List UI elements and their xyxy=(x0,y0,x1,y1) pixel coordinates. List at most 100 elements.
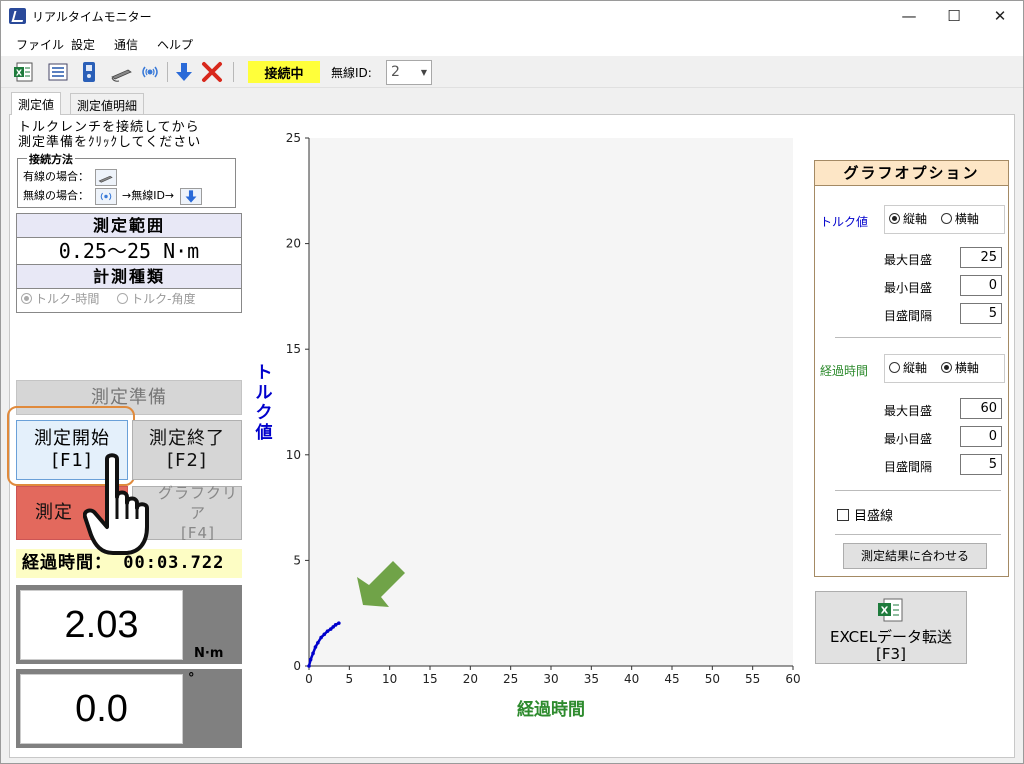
x-tick-label: 55 xyxy=(745,672,760,686)
x-tick-label: 0 xyxy=(305,672,313,686)
download-arrow-icon[interactable] xyxy=(173,61,195,83)
radio-dot xyxy=(117,293,129,304)
wireless-id-value: 2 xyxy=(391,64,400,80)
time-min-label: 最小目盛 xyxy=(884,432,933,446)
y-tick-label: 15 xyxy=(286,342,301,356)
torque-min-input[interactable]: 0 xyxy=(960,275,1002,296)
excel-export-icon[interactable]: X xyxy=(13,61,35,83)
y-axis-label-char: 値 xyxy=(255,422,273,443)
torque-min-label: 最小目盛 xyxy=(884,281,933,295)
wireless-id-label: 無線ID: xyxy=(331,66,372,80)
torque-max-input[interactable]: 25 xyxy=(960,247,1002,268)
x-tick-label: 50 xyxy=(705,672,720,686)
radio-dot xyxy=(21,293,32,304)
wireless-id-select[interactable]: 2 ▼ xyxy=(386,60,432,85)
y-axis-label: トルク値 xyxy=(255,363,273,443)
instruction-line: トルクレンチを接続してから xyxy=(18,120,200,135)
x-tick-label: 20 xyxy=(463,672,478,686)
wired-torque-wrench-icon xyxy=(94,168,117,186)
divider xyxy=(835,534,1001,535)
hand-pointer-icon xyxy=(83,453,149,555)
radio-torque-angle[interactable]: トルク-角度 xyxy=(117,292,196,306)
y-axis-label-char: ク xyxy=(256,403,273,423)
time-max-input[interactable]: 60 xyxy=(960,398,1002,419)
fit-to-results-button[interactable]: 測定結果に合わせる xyxy=(843,543,987,569)
list-icon[interactable] xyxy=(47,61,69,83)
chevron-down-icon: ▼ xyxy=(420,68,427,77)
time-interval-input[interactable]: 5 xyxy=(960,454,1002,475)
menu-file[interactable]: ファイル xyxy=(16,36,64,53)
menu-settings[interactable]: 設定 xyxy=(71,36,95,53)
menu-communication[interactable]: 通信 xyxy=(114,36,138,53)
window-title: リアルタイムモニター xyxy=(32,10,152,24)
disconnect-x-icon[interactable] xyxy=(201,61,223,83)
y-tick-label: 0 xyxy=(293,659,301,673)
time-max-label: 最大目盛 xyxy=(884,404,933,418)
angle-unit: ° xyxy=(188,671,195,686)
menu-bar: ファイル 設定 通信 ヘルプ xyxy=(1,31,1023,56)
x-tick-label: 15 xyxy=(422,672,437,686)
data-point xyxy=(308,657,313,662)
data-point xyxy=(322,632,327,637)
download-arrow-icon xyxy=(179,187,202,205)
minimize-button[interactable]: — xyxy=(886,1,932,31)
excel-shortcut: [F3] xyxy=(876,645,906,663)
wireless-icon xyxy=(94,187,117,205)
torque-horizontal-radio[interactable]: 横軸 xyxy=(940,212,979,226)
radio-torque-time[interactable]: トルク-時間 xyxy=(21,292,99,306)
toolbar-separator xyxy=(233,62,234,82)
toolbar-separator xyxy=(167,62,168,82)
tab-measured-values-detail[interactable]: 測定値明細 xyxy=(70,93,145,114)
torque-value: 2.03 xyxy=(20,590,183,660)
device-icon[interactable] xyxy=(78,61,100,83)
divider xyxy=(835,337,1001,338)
radio-label: トルク-時間 xyxy=(35,292,100,306)
title-bar: リアルタイムモニター — ☐ ✕ xyxy=(1,1,1023,31)
gridline-checkbox[interactable]: 目盛線 xyxy=(837,505,893,524)
tab-measured-values[interactable]: 測定値 xyxy=(11,92,62,115)
stop-label: 測定終了 xyxy=(149,428,225,449)
y-tick-label: 10 xyxy=(286,448,301,462)
torque-axis-radiogroup: 縦軸 横軸 xyxy=(884,205,1005,234)
menu-help[interactable]: ヘルプ xyxy=(157,36,193,53)
close-button[interactable]: ✕ xyxy=(977,1,1023,31)
maximize-button[interactable]: ☐ xyxy=(931,1,977,31)
radio-label: 縦軸 xyxy=(903,212,928,226)
time-axis-radiogroup: 縦軸 横軸 xyxy=(884,354,1005,383)
x-tick-label: 10 xyxy=(382,672,397,686)
wired-torque-wrench-icon[interactable] xyxy=(111,61,133,83)
excel-transfer-button[interactable]: X EXCELデータ転送 [F3] xyxy=(815,591,967,664)
y-axis-label-char: ト xyxy=(256,363,273,383)
wireless-mid-text: →無線ID→ xyxy=(122,189,175,202)
range-value: 0.25～25 N·m xyxy=(17,238,241,265)
y-axis-label-char: ル xyxy=(256,383,273,403)
time-vertical-radio[interactable]: 縦軸 xyxy=(889,361,927,375)
data-point xyxy=(311,651,315,656)
wireless-icon[interactable] xyxy=(139,61,161,83)
connection-method-title: 接続方法 xyxy=(27,151,75,167)
instruction-text: トルクレンチを接続してから 測定準備をｸﾘｯｸしてください xyxy=(18,120,201,150)
graph-options-title: グラフオプション xyxy=(815,161,1008,186)
x-tick-label: 35 xyxy=(584,672,599,686)
time-horizontal-radio[interactable]: 横軸 xyxy=(940,361,979,375)
torque-readout: 2.03 N·m xyxy=(16,585,242,664)
x-axis-label: 経過時間 xyxy=(517,699,585,720)
time-min-input[interactable]: 0 xyxy=(960,426,1002,447)
data-point xyxy=(325,629,330,633)
angle-value: 0.0 xyxy=(20,674,183,744)
torque-vertical-radio[interactable]: 縦軸 xyxy=(889,212,927,226)
torque-max-label: 最大目盛 xyxy=(884,253,933,267)
data-point xyxy=(313,645,318,649)
connection-method-box: 接続方法 有線の場合： 無線の場合： →無線ID→ xyxy=(17,151,236,208)
toolbar: X 接続中 無線ID: 2 ▼ xyxy=(1,56,1023,88)
radio-label: 横軸 xyxy=(954,361,979,375)
radio-label: 縦軸 xyxy=(903,361,928,375)
radio-dot xyxy=(940,213,952,224)
measurement-type-radios: トルク-時間 トルク-角度 xyxy=(21,290,196,307)
app-window: リアルタイムモニター — ☐ ✕ ファイル 設定 通信 ヘルプ X 接続中 無線… xyxy=(0,0,1024,764)
y-tick-label: 25 xyxy=(286,131,301,145)
x-tick-label: 45 xyxy=(664,672,679,686)
torque-interval-input[interactable]: 5 xyxy=(960,303,1002,324)
svg-text:X: X xyxy=(16,69,23,78)
svg-text:X: X xyxy=(881,606,889,617)
